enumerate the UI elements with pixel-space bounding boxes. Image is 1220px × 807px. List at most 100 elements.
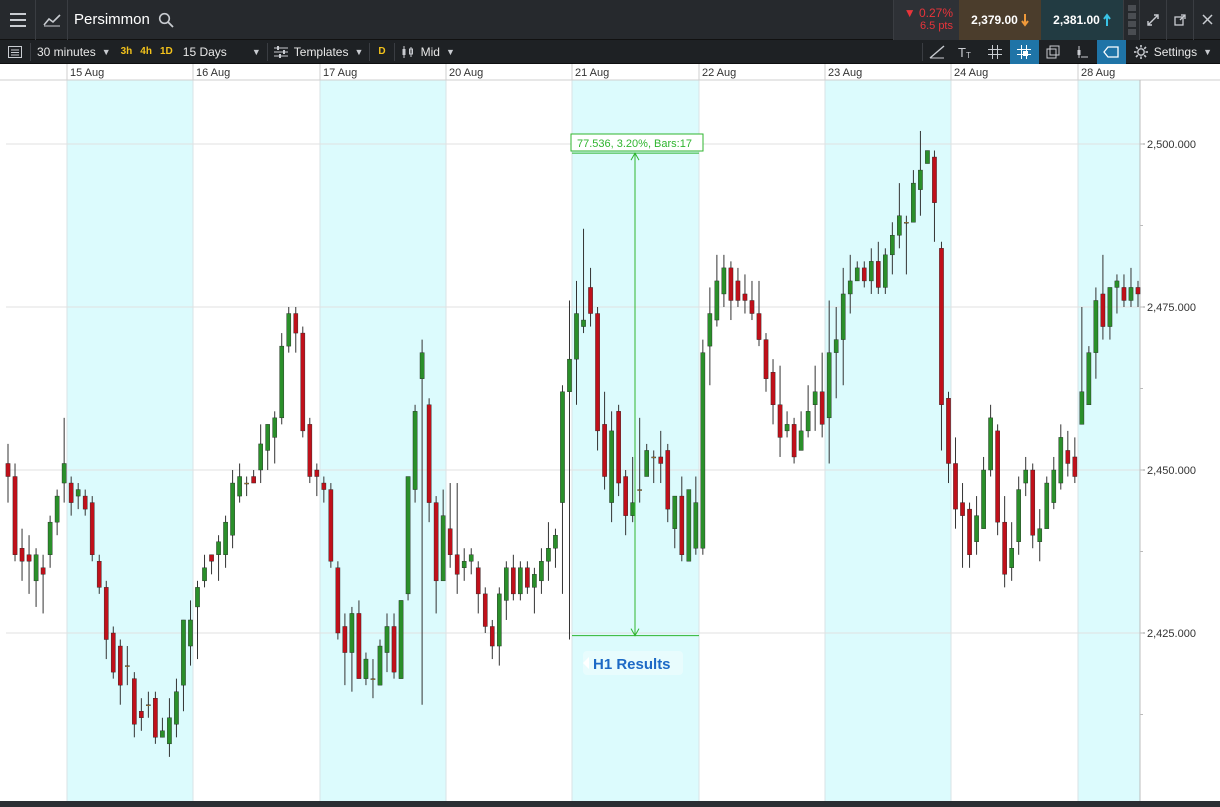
quick-interval-3h[interactable]: 3h [117, 46, 137, 57]
candle-body [637, 489, 642, 491]
candle [237, 463, 242, 503]
candle-body [1058, 437, 1064, 484]
close-icon[interactable] [1193, 0, 1220, 40]
templates-dropdown[interactable]: Templates ▼ [268, 40, 370, 64]
popout-icon[interactable] [1166, 0, 1193, 40]
candle [1030, 463, 1036, 549]
candle-body [932, 156, 937, 203]
candle [110, 626, 116, 679]
candle [314, 463, 320, 497]
candle [883, 248, 888, 294]
candle [412, 404, 418, 503]
candle-body [812, 391, 818, 406]
date-label: 17 Aug [323, 67, 357, 79]
indicator-icon[interactable] [1068, 40, 1097, 64]
candle-body [897, 215, 902, 236]
candle [595, 307, 600, 451]
candle-body [925, 150, 930, 164]
d-toggle[interactable]: D [370, 46, 393, 57]
candle-body [658, 456, 664, 464]
text-tool-icon[interactable]: TT [952, 40, 981, 64]
price-mode-dropdown[interactable]: Mid ▼ [395, 40, 461, 64]
candle [1023, 456, 1029, 497]
sell-price-button[interactable]: 2,379.00 [959, 0, 1041, 40]
price-mode-label: Mid [420, 44, 440, 59]
candle [26, 535, 32, 594]
candle-body [61, 463, 67, 484]
candle [756, 280, 762, 347]
candle-body [482, 593, 488, 627]
candle-body [33, 554, 39, 582]
candle [454, 483, 460, 594]
price-chart[interactable]: 15 Aug 16 Aug 17 Aug 20 Aug 21 Aug 22 Aug 23 A… [0, 64, 1220, 801]
candle [953, 437, 958, 529]
svg-text:T: T [966, 51, 971, 59]
candle-body [160, 730, 165, 738]
candle [230, 470, 235, 549]
candle-body [763, 339, 769, 379]
candle-body [609, 430, 614, 503]
quick-interval-1d[interactable]: 1D [156, 46, 177, 57]
candle-body [447, 528, 453, 555]
date-axis-background [0, 64, 1220, 80]
candle [19, 528, 25, 581]
price-label: 2,450.000 [1147, 465, 1196, 477]
grid-icon[interactable] [981, 40, 1010, 64]
settings-button[interactable]: Settings ▼ [1126, 40, 1220, 64]
candle [461, 548, 467, 581]
candle-body [125, 665, 130, 667]
candles-icon [402, 45, 413, 58]
layers-icon[interactable] [1039, 40, 1068, 64]
hamburger-menu-icon[interactable] [0, 0, 36, 40]
candle [286, 307, 292, 353]
candle-body [833, 339, 839, 353]
templates-label: Templates [293, 44, 349, 59]
candle-body [939, 248, 944, 406]
interval-dropdown[interactable]: 30 minutes ▼ [31, 40, 117, 64]
quick-interval-4h[interactable]: 4h [136, 46, 156, 57]
date-label: 15 Aug [70, 67, 104, 79]
candle-body [532, 574, 537, 588]
list-icon[interactable] [0, 40, 30, 64]
candle-body [1128, 287, 1134, 301]
candle-body [1065, 450, 1071, 464]
header-bar: Persimmon ▼ 0.27% 6.5 pts 2,379.00 2,381… [0, 0, 1220, 40]
candle-body [679, 495, 685, 555]
candle [202, 554, 207, 588]
candle [1058, 424, 1064, 490]
candle [805, 385, 811, 438]
candle [40, 554, 46, 614]
candle [258, 424, 263, 484]
chevron-down-icon: ▼ [251, 46, 261, 57]
search-icon[interactable] [158, 12, 174, 28]
candle-body [461, 561, 467, 568]
candle [518, 561, 523, 601]
candle-body [735, 280, 741, 301]
date-label: 23 Aug [828, 67, 862, 79]
date-label: 24 Aug [954, 67, 988, 79]
buy-price-button[interactable]: 2,381.00 [1041, 0, 1123, 40]
crosshair-grid-icon[interactable] [1009, 39, 1039, 64]
range-dropdown[interactable]: 15 Days ▼ [177, 40, 267, 64]
tag-icon[interactable] [1096, 39, 1126, 64]
candle-body [202, 567, 207, 582]
draw-line-icon[interactable] [923, 40, 952, 64]
candle-body [110, 632, 116, 673]
scroll-strip[interactable] [0, 801, 1220, 807]
candle-body [546, 548, 551, 562]
candle [616, 404, 621, 497]
candle-body [574, 313, 579, 360]
candle-body [496, 593, 502, 647]
candle [12, 463, 18, 562]
candle-body [419, 352, 425, 379]
candle-body [489, 626, 495, 647]
up-arrow-icon [1103, 12, 1111, 26]
candle-body [588, 287, 593, 314]
candle-body [223, 521, 228, 555]
line-chart-icon[interactable] [36, 0, 68, 40]
candle-body [384, 626, 390, 653]
candle [728, 261, 734, 321]
expand-icon[interactable] [1139, 0, 1166, 40]
candle-body [328, 489, 334, 562]
candle-body [19, 548, 25, 562]
